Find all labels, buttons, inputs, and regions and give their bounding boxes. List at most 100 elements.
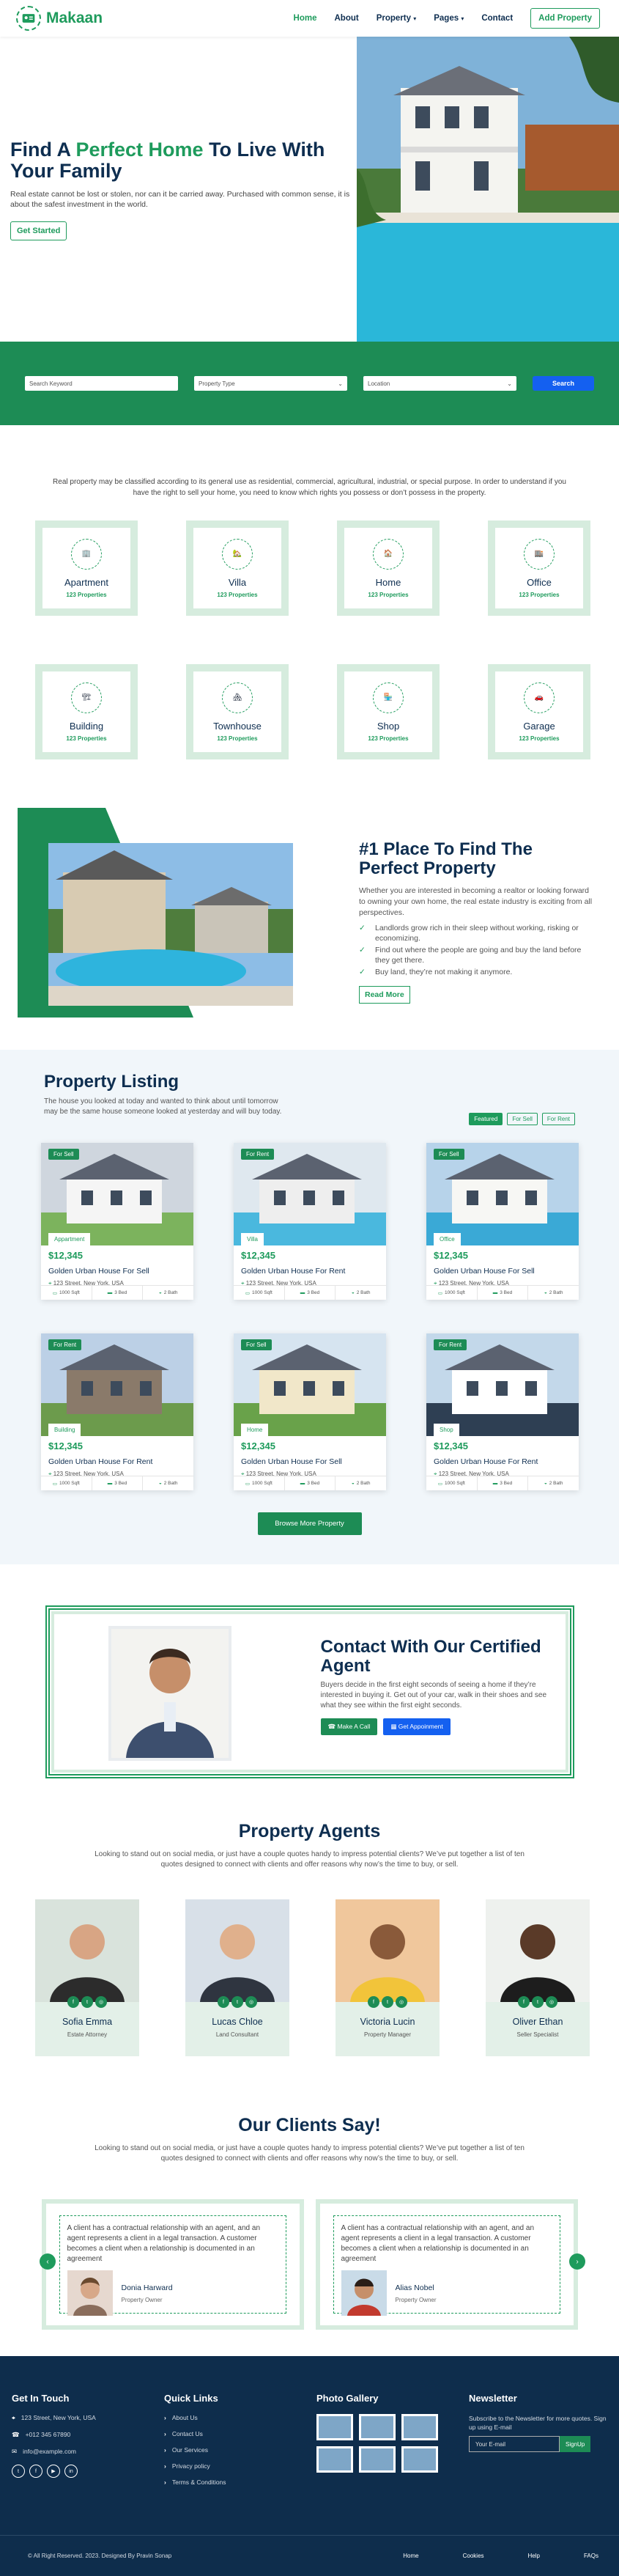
twitter-icon[interactable]: t [382,1996,393,2008]
footer-link[interactable]: › Contact Us [164,2430,226,2437]
property-title[interactable]: Golden Urban House For Rent [241,1267,386,1276]
agent-card[interactable]: f t ◎ Victoria Lucin Property Manager [336,1899,440,2056]
facebook-icon[interactable]: f [218,1996,229,2008]
footer-link[interactable]: › Terms & Conditions [164,2479,226,2486]
tab-featured[interactable]: Featured [469,1113,503,1125]
nav-property-label: Property [376,14,412,23]
testimonial-author: Alias Nobel Property Owner [341,2270,552,2316]
category-name: Garage [523,720,555,732]
make-call-button[interactable]: ☎ Make A Call [320,1718,378,1735]
nav-property[interactable]: Property ▾ [377,14,417,23]
property-card[interactable]: For Sell Office $12,345 Golden Urban Hou… [426,1143,579,1300]
agent-role: Land Consultant [215,2031,259,2038]
property-title[interactable]: Golden Urban House For Sell [48,1267,193,1276]
search-keyword-input[interactable]: Search Keyword [25,376,178,391]
category-card[interactable]: 🏡 Villa 123 Properties [186,520,289,616]
facebook-icon[interactable]: f [518,1996,530,2008]
footer-link[interactable]: › About Us [164,2414,226,2421]
youtube-icon[interactable]: ▶ [47,2465,60,2478]
get-started-button[interactable]: Get Started [10,221,67,240]
tab-for-rent[interactable]: For Rent [541,1113,575,1125]
category-card[interactable]: 🏪 Shop 123 Properties [337,664,440,759]
location-select[interactable]: Location ⌄ [363,376,516,391]
agent-card[interactable]: f t ◎ Sofia Emma Estate Attorney [35,1899,139,2056]
tab-for-sell[interactable]: For Sell [507,1113,538,1125]
gallery-thumb[interactable] [359,2414,396,2440]
property-card[interactable]: For Rent Shop $12,345 Golden Urban House… [426,1333,579,1490]
nav-about[interactable]: About [335,14,359,23]
chevron-down-icon: ▾ [461,15,464,22]
newsletter-email-input[interactable]: Your E-mail [469,2436,560,2452]
bed-icon: ▬ [492,1481,498,1486]
category-card[interactable]: 🏠 Home 123 Properties [337,520,440,616]
instagram-icon[interactable]: ◎ [396,1996,407,2008]
property-title[interactable]: Golden Urban House For Sell [434,1267,579,1276]
nav-pages[interactable]: Pages ▾ [434,14,464,23]
gallery-thumb[interactable] [316,2446,353,2473]
brand[interactable]: Makaan [16,6,103,31]
property-type-select[interactable]: Property Type ⌄ [194,376,347,391]
signup-button[interactable]: SignUp [560,2436,591,2452]
footer-link[interactable]: › Our Services [164,2446,226,2454]
property-card[interactable]: For Sell Appartment $12,345 Golden Urban… [41,1143,193,1300]
footer-contact: Get In Touch ⌖ 123 Street, New York, USA … [12,2393,96,2478]
category-name: Building [69,720,104,732]
property-price: $12,345 [48,1250,83,1261]
footer-bottom-link[interactable]: Help [528,2553,540,2559]
nav-contact[interactable]: Contact [481,14,513,23]
twitter-icon[interactable]: t [532,1996,544,2008]
category-card[interactable]: 🚗 Garage 123 Properties [488,664,590,759]
chevron-right-icon: › [164,2479,166,2486]
instagram-icon[interactable]: ◎ [546,1996,557,2008]
footer-bottom-link[interactable]: Home [403,2553,418,2559]
property-image: For Rent Villa [234,1143,386,1245]
gallery-thumb[interactable] [401,2414,438,2440]
property-card[interactable]: For Rent Villa $12,345 Golden Urban Hous… [234,1143,386,1300]
footer-link[interactable]: › Privacy policy [164,2462,226,2470]
facebook-icon[interactable]: f [67,1996,79,2008]
gallery-thumb[interactable] [359,2446,396,2473]
category-card[interactable]: 🏬 Office 123 Properties [488,520,590,616]
twitter-icon[interactable]: t [231,1996,243,2008]
clients-text: Looking to stand out on social media, or… [94,2144,525,2163]
browse-more-button[interactable]: Browse More Property [257,1512,362,1535]
footer-bottom-link[interactable]: FAQs [584,2553,598,2559]
apartment-icon: 🏢 [71,538,102,570]
main-menu: Home About Property ▾ Pages ▾ Contact Ad… [294,8,600,29]
agents-row: f t ◎ Sofia Emma Estate Attorney f t ◎ Lucas… [0,1899,619,2056]
appointment-button[interactable]: ▦ Get Appoinment [383,1718,451,1735]
property-title[interactable]: Golden Urban House For Sell [241,1457,386,1466]
twitter-icon[interactable]: t [12,2465,25,2478]
property-title[interactable]: Golden Urban House For Rent [48,1457,193,1466]
category-card[interactable]: 🏘 Townhouse 123 Properties [186,664,289,759]
listing-text: The house you looked at today and wanted… [44,1097,282,1116]
agent-card[interactable]: f t ◎ Oliver Ethan Seller Specialist [486,1899,590,2056]
area-value: 1000 Sqft [445,1481,465,1486]
property-title[interactable]: Golden Urban House For Rent [434,1457,579,1466]
add-property-button[interactable]: Add Property [530,8,600,29]
property-card[interactable]: For Sell Home $12,345 Golden Urban House… [234,1333,386,1490]
read-more-button[interactable]: Read More [359,986,410,1004]
category-card[interactable]: 🏢 Apartment 123 Properties [35,520,138,616]
property-card[interactable]: For Rent Building $12,345 Golden Urban H… [41,1333,193,1490]
gallery-thumb[interactable] [401,2446,438,2473]
facebook-icon[interactable]: f [29,2465,42,2478]
property-meta: ▭ 1000 Sqft ▬ 3 Bed ◒ 2 Bath [426,1285,579,1300]
next-arrow-icon[interactable]: › [569,2253,585,2270]
instagram-icon[interactable]: ◎ [95,1996,107,2008]
area-meta: ▭ 1000 Sqft [234,1286,285,1300]
category-card[interactable]: 🏗 Building 123 Properties [35,664,138,759]
footer-bottom-link[interactable]: Cookies [463,2553,484,2559]
linkedin-icon[interactable]: in [64,2465,78,2478]
gallery-thumb[interactable] [316,2414,353,2440]
agent-card[interactable]: f t ◎ Lucas Chloe Land Consultant [185,1899,289,2056]
search-button[interactable]: Search [533,376,594,391]
instagram-icon[interactable]: ◎ [245,1996,257,2008]
property-type-tag: Shop [434,1424,459,1436]
facebook-icon[interactable]: f [368,1996,379,2008]
prev-arrow-icon[interactable]: ‹ [40,2253,56,2270]
agent-socials: f t ◎ [486,1996,590,2008]
nav-home[interactable]: Home [294,14,317,23]
twitter-icon[interactable]: t [81,1996,93,2008]
bath-meta: ◒ 2 Bath [143,1476,193,1490]
